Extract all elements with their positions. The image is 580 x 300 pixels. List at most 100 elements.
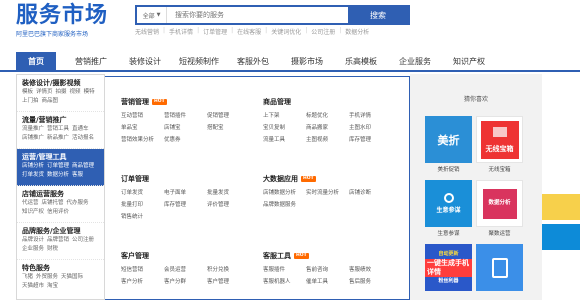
sidebar-link[interactable]: 飞猪 bbox=[22, 273, 33, 282]
app-tile[interactable] bbox=[476, 244, 523, 291]
sidebar-link[interactable]: 拍摄 bbox=[56, 88, 67, 97]
panel-group-title[interactable]: 客户管理 bbox=[121, 251, 149, 261]
sidebar-link[interactable]: 天猫超市 bbox=[22, 282, 44, 291]
hot-word[interactable]: 关键词优化 bbox=[271, 27, 301, 36]
app-tile-label[interactable]: 美折促销 bbox=[425, 165, 472, 173]
sidebar-category-active[interactable]: 运营/管理工具 店铺分析 订单管理 商品管理 打单发货 数据分析 客服 bbox=[17, 149, 104, 186]
panel-link[interactable]: 单品宝 bbox=[121, 124, 164, 132]
panel-link[interactable]: 催单工具 bbox=[306, 278, 349, 286]
logo[interactable]: 服务市场 阿里巴巴旗下商家服务市场 bbox=[16, 4, 116, 39]
sidebar-link[interactable]: 店铺分析 bbox=[22, 162, 44, 171]
panel-link[interactable]: 销售统计 bbox=[121, 213, 164, 221]
app-tile[interactable]: 生意参谋 bbox=[425, 180, 472, 227]
sidebar-link[interactable]: 财税 bbox=[47, 245, 58, 254]
sidebar-link[interactable]: 店铺托管 bbox=[42, 199, 64, 208]
nav-item-customer-service[interactable]: 客服外包 bbox=[226, 52, 280, 70]
sidebar-link[interactable]: 公司注册 bbox=[72, 236, 94, 245]
sidebar-link[interactable]: 数据分析 bbox=[47, 171, 69, 180]
panel-link[interactable]: 营销插件 bbox=[164, 112, 207, 120]
panel-group-title[interactable]: 客服工具 bbox=[263, 251, 291, 261]
panel-link[interactable]: 积分兑换 bbox=[207, 266, 250, 274]
panel-link[interactable]: 手机详情 bbox=[349, 112, 392, 120]
panel-link[interactable]: 主图水印 bbox=[349, 124, 392, 132]
sidebar-category[interactable]: 特色服务 飞猪 外贸服务 天猫国际 天猫超市 淘宝 bbox=[17, 260, 104, 297]
sidebar-link[interactable]: 客服 bbox=[72, 171, 83, 180]
panel-link[interactable]: 会员运营 bbox=[164, 266, 207, 274]
sidebar-link[interactable]: 商品图 bbox=[42, 97, 59, 106]
sidebar-link[interactable]: 新品推广 bbox=[47, 134, 69, 143]
app-tile[interactable]: 自动更新 一键生成手机详情 粉丝利器 bbox=[425, 244, 472, 291]
sidebar-category[interactable]: 装修设计/摄影视频 模板 详情页 拍摄 视频 模特 上门拍 商品图 bbox=[17, 75, 104, 112]
sidebar-category[interactable]: 品牌服务/企业管理 品牌设计 品牌营销 公司注册 企业服务 财税 bbox=[17, 223, 104, 260]
nav-item-design[interactable]: 装修设计 bbox=[118, 52, 172, 70]
panel-link[interactable]: 实时流量分析 bbox=[306, 189, 349, 197]
panel-link[interactable]: 评价管理 bbox=[207, 201, 250, 209]
nav-item-ip[interactable]: 知识产权 bbox=[442, 52, 496, 70]
nav-item-photography[interactable]: 摄影市场 bbox=[280, 52, 334, 70]
panel-group-title[interactable]: 订单管理 bbox=[121, 174, 149, 184]
hot-word[interactable]: 数据分析 bbox=[345, 27, 369, 36]
hot-word[interactable]: 无线营销 bbox=[135, 27, 159, 36]
nav-item-enterprise[interactable]: 企业服务 bbox=[388, 52, 442, 70]
panel-link[interactable]: 售前咨询 bbox=[306, 266, 349, 274]
sidebar-link[interactable]: 直通车 bbox=[72, 125, 89, 134]
app-tile-label[interactable]: 生意参谋 bbox=[425, 229, 472, 237]
sidebar-link[interactable]: 代运营 bbox=[22, 199, 39, 208]
panel-link[interactable]: 客服绩效 bbox=[349, 266, 392, 274]
sidebar-link[interactable]: 模板 bbox=[22, 88, 33, 97]
sidebar-link[interactable]: 订单管理 bbox=[47, 162, 69, 171]
sidebar-link[interactable]: 模特 bbox=[84, 88, 95, 97]
panel-link[interactable]: 电子面单 bbox=[164, 189, 207, 197]
panel-link[interactable]: 优惠券 bbox=[164, 136, 207, 144]
app-tile-label[interactable]: 无线宝箱 bbox=[476, 165, 523, 173]
sidebar-link[interactable]: 企业服务 bbox=[22, 245, 44, 254]
panel-link[interactable]: 店铺诊断 bbox=[349, 189, 392, 197]
panel-link[interactable]: 订单发货 bbox=[121, 189, 164, 197]
panel-link[interactable]: 店铺宝 bbox=[164, 124, 207, 132]
app-tile[interactable]: 无线宝箱 bbox=[476, 116, 523, 163]
sidebar-link[interactable]: 淘宝 bbox=[47, 282, 58, 291]
panel-link[interactable]: 客服插件 bbox=[263, 266, 306, 274]
search-category-select[interactable]: 全部 ▼ bbox=[137, 7, 167, 23]
nav-item-short-video[interactable]: 短视频制作 bbox=[172, 52, 226, 70]
sidebar-link[interactable]: 活动报名 bbox=[72, 134, 94, 143]
panel-link[interactable]: 客户管理 bbox=[207, 278, 250, 286]
panel-group-title[interactable]: 营销管理 bbox=[121, 97, 149, 107]
sidebar-link[interactable]: 营销工具 bbox=[47, 125, 69, 134]
panel-link[interactable]: 促销管理 bbox=[207, 112, 250, 120]
panel-link[interactable]: 客服机器人 bbox=[263, 278, 306, 286]
sidebar-link[interactable]: 视频 bbox=[70, 88, 81, 97]
panel-link[interactable]: 品牌数据服务 bbox=[263, 201, 306, 209]
sidebar-link[interactable]: 信用评价 bbox=[47, 208, 69, 217]
panel-link[interactable]: 主图视频 bbox=[306, 136, 349, 144]
panel-group-title[interactable]: 商品管理 bbox=[263, 97, 291, 107]
sidebar-link[interactable]: 店铺推广 bbox=[22, 134, 44, 143]
nav-item-lego-template[interactable]: 乐高模板 bbox=[334, 52, 388, 70]
hot-word[interactable]: 订单管理 bbox=[203, 27, 227, 36]
sidebar-link[interactable]: 流量推广 bbox=[22, 125, 44, 134]
app-tile[interactable]: 美折 bbox=[425, 116, 472, 163]
panel-link[interactable]: 客户分析 bbox=[121, 278, 164, 286]
panel-link[interactable]: 售后服务 bbox=[349, 278, 392, 286]
sidebar-link[interactable]: 外贸服务 bbox=[36, 273, 58, 282]
hot-word[interactable]: 手机详情 bbox=[169, 27, 193, 36]
panel-link[interactable]: 批量发货 bbox=[207, 189, 250, 197]
sidebar-link[interactable]: 商品管理 bbox=[72, 162, 94, 171]
panel-link[interactable]: 互动营销 bbox=[121, 112, 164, 120]
search-input[interactable] bbox=[167, 7, 348, 23]
panel-link[interactable]: 标题优化 bbox=[306, 112, 349, 120]
panel-link[interactable]: 店铺数据分析 bbox=[263, 189, 306, 197]
sidebar-category[interactable]: 店铺运营服务 代运营 店铺托管 代办服务 知识产权 信用评价 bbox=[17, 186, 104, 223]
panel-link[interactable]: 搭配宝 bbox=[207, 124, 250, 132]
panel-link[interactable]: 批量打印 bbox=[121, 201, 164, 209]
hot-word[interactable]: 公司注册 bbox=[311, 27, 335, 36]
panel-link[interactable]: 客户分群 bbox=[164, 278, 207, 286]
search-button[interactable]: 搜索 bbox=[348, 7, 408, 23]
app-tile[interactable]: 数据分析 bbox=[476, 180, 523, 227]
panel-link[interactable]: 短信营销 bbox=[121, 266, 164, 274]
panel-link[interactable]: 库存管理 bbox=[349, 136, 392, 144]
sidebar-link[interactable]: 知识产权 bbox=[22, 208, 44, 217]
sidebar-link[interactable]: 天猫国际 bbox=[61, 273, 83, 282]
panel-link[interactable]: 流量工具 bbox=[263, 136, 306, 144]
panel-link[interactable]: 库存管理 bbox=[164, 201, 207, 209]
